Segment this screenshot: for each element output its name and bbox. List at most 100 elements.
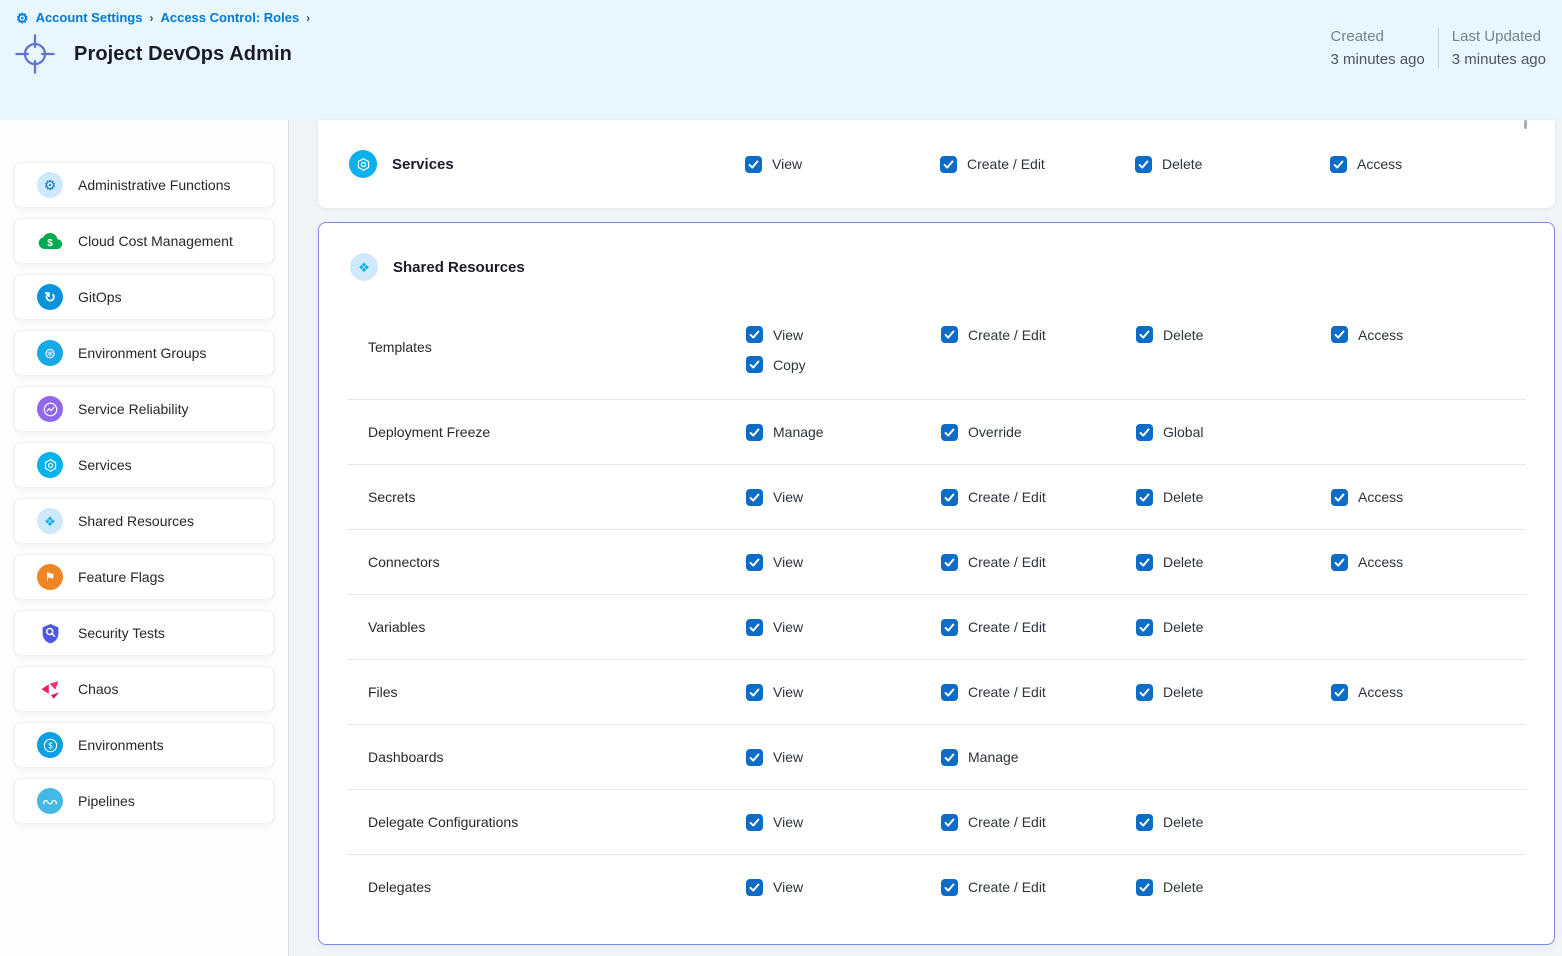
checkbox-checked-icon[interactable] bbox=[941, 619, 958, 636]
permission-delete[interactable]: Delete bbox=[1136, 619, 1331, 636]
permission-cell: View bbox=[746, 619, 941, 636]
permission-create-edit[interactable]: Create / Edit bbox=[941, 619, 1136, 636]
sidebar-item-label: Security Tests bbox=[78, 625, 165, 641]
permission-label: Access bbox=[1358, 684, 1403, 700]
scrollbar-thumb[interactable] bbox=[1524, 120, 1527, 129]
permission-delete[interactable]: Delete bbox=[1136, 879, 1331, 896]
sidebar-item-label: Cloud Cost Management bbox=[78, 233, 233, 249]
permission-override[interactable]: Override bbox=[941, 424, 1136, 441]
checkbox-checked-icon[interactable] bbox=[1136, 684, 1153, 701]
checkbox-checked-icon[interactable] bbox=[1135, 156, 1152, 173]
sidebar-item-services[interactable]: Services bbox=[14, 442, 274, 488]
breadcrumb-access-control-roles[interactable]: Access Control: Roles bbox=[160, 10, 299, 25]
permission-delete[interactable]: Delete bbox=[1135, 156, 1330, 173]
checkbox-checked-icon[interactable] bbox=[746, 814, 763, 831]
checkbox-checked-icon[interactable] bbox=[746, 554, 763, 571]
checkbox-checked-icon[interactable] bbox=[1136, 879, 1153, 896]
checkbox-checked-icon[interactable] bbox=[941, 749, 958, 766]
checkbox-checked-icon[interactable] bbox=[941, 554, 958, 571]
checkbox-checked-icon[interactable] bbox=[1330, 156, 1347, 173]
sidebar-item-feature-flags[interactable]: ⚑Feature Flags bbox=[14, 554, 274, 600]
checkbox-checked-icon[interactable] bbox=[1331, 554, 1348, 571]
checkbox-checked-icon[interactable] bbox=[1331, 684, 1348, 701]
permission-label: Manage bbox=[773, 424, 824, 440]
permission-view[interactable]: View bbox=[746, 814, 941, 831]
checkbox-checked-icon[interactable] bbox=[746, 424, 763, 441]
permission-view[interactable]: View bbox=[746, 326, 941, 343]
permission-create-edit[interactable]: Create / Edit bbox=[941, 814, 1136, 831]
checkbox-checked-icon[interactable] bbox=[1136, 619, 1153, 636]
checkbox-checked-icon[interactable] bbox=[941, 684, 958, 701]
permission-manage[interactable]: Manage bbox=[941, 749, 1136, 766]
permission-create-edit[interactable]: Create / Edit bbox=[941, 326, 1136, 343]
checkbox-checked-icon[interactable] bbox=[746, 489, 763, 506]
sidebar-item-pipelines[interactable]: Pipelines bbox=[14, 778, 274, 824]
resource-name: Templates bbox=[347, 339, 746, 355]
sidebar-item-service-reliability[interactable]: Service Reliability bbox=[14, 386, 274, 432]
resource-row-secrets: SecretsViewCreate / EditDeleteAccess bbox=[347, 464, 1526, 529]
sidebar-item-environment-groups[interactable]: ⊛Environment Groups bbox=[14, 330, 274, 376]
checkbox-checked-icon[interactable] bbox=[1136, 424, 1153, 441]
permission-create-edit[interactable]: Create / Edit bbox=[941, 489, 1136, 506]
resource-row-variables: VariablesViewCreate / EditDelete bbox=[347, 594, 1526, 659]
permission-create-edit[interactable]: Create / Edit bbox=[941, 554, 1136, 571]
permission-access[interactable]: Access bbox=[1331, 326, 1526, 343]
permission-create-edit[interactable]: Create / Edit bbox=[940, 156, 1135, 173]
breadcrumb-account-settings[interactable]: Account Settings bbox=[36, 10, 143, 25]
resource-name: Variables bbox=[347, 619, 746, 635]
checkbox-checked-icon[interactable] bbox=[1136, 326, 1153, 343]
permission-access[interactable]: Access bbox=[1330, 156, 1525, 173]
permission-view[interactable]: View bbox=[746, 684, 941, 701]
permission-view[interactable]: View bbox=[746, 489, 941, 506]
environment-groups-icon: ⊛ bbox=[37, 340, 63, 366]
permission-access[interactable]: Access bbox=[1331, 554, 1526, 571]
checkbox-checked-icon[interactable] bbox=[941, 489, 958, 506]
sidebar-item-environments[interactable]: $Environments bbox=[14, 722, 274, 768]
checkbox-checked-icon[interactable] bbox=[746, 879, 763, 896]
checkbox-checked-icon[interactable] bbox=[746, 684, 763, 701]
checkbox-checked-icon[interactable] bbox=[940, 156, 957, 173]
checkbox-checked-icon[interactable] bbox=[941, 814, 958, 831]
meta-divider bbox=[1438, 28, 1439, 68]
permission-manage[interactable]: Manage bbox=[746, 424, 941, 441]
permission-view[interactable]: View bbox=[746, 554, 941, 571]
permission-view[interactable]: View bbox=[746, 879, 941, 896]
sidebar-item-shared-resources[interactable]: ❖Shared Resources bbox=[14, 498, 274, 544]
checkbox-checked-icon[interactable] bbox=[746, 749, 763, 766]
permission-view[interactable]: View bbox=[746, 619, 941, 636]
breadcrumb: ⚙ Account Settings › Access Control: Rol… bbox=[16, 10, 1546, 25]
sidebar-item-cloud-cost-management[interactable]: $Cloud Cost Management bbox=[14, 218, 274, 264]
permission-copy[interactable]: Copy bbox=[746, 356, 941, 373]
permission-cell: View bbox=[746, 749, 941, 766]
sidebar-item-security-tests[interactable]: Security Tests bbox=[14, 610, 274, 656]
checkbox-checked-icon[interactable] bbox=[1136, 554, 1153, 571]
sidebar-item-gitops[interactable]: ↻GitOps bbox=[14, 274, 274, 320]
checkbox-checked-icon[interactable] bbox=[941, 326, 958, 343]
permission-global[interactable]: Global bbox=[1136, 424, 1331, 441]
permission-delete[interactable]: Delete bbox=[1136, 554, 1331, 571]
resource-name: Delegates bbox=[347, 879, 746, 895]
checkbox-checked-icon[interactable] bbox=[746, 356, 763, 373]
permission-create-edit[interactable]: Create / Edit bbox=[941, 684, 1136, 701]
permission-access[interactable]: Access bbox=[1331, 684, 1526, 701]
permission-delete[interactable]: Delete bbox=[1136, 326, 1331, 343]
permission-delete[interactable]: Delete bbox=[1136, 489, 1331, 506]
permission-delete[interactable]: Delete bbox=[1136, 814, 1331, 831]
checkbox-checked-icon[interactable] bbox=[941, 424, 958, 441]
checkbox-checked-icon[interactable] bbox=[1136, 489, 1153, 506]
sidebar-item-administrative-functions[interactable]: ⚙Administrative Functions bbox=[14, 162, 274, 208]
checkbox-checked-icon[interactable] bbox=[746, 619, 763, 636]
checkbox-checked-icon[interactable] bbox=[746, 326, 763, 343]
permission-cell: Create / Edit bbox=[941, 684, 1136, 701]
checkbox-checked-icon[interactable] bbox=[1331, 489, 1348, 506]
permission-view[interactable]: View bbox=[745, 156, 940, 173]
permission-view[interactable]: View bbox=[746, 749, 941, 766]
checkbox-checked-icon[interactable] bbox=[1136, 814, 1153, 831]
sidebar-item-chaos[interactable]: Chaos bbox=[14, 666, 274, 712]
permission-delete[interactable]: Delete bbox=[1136, 684, 1331, 701]
permission-create-edit[interactable]: Create / Edit bbox=[941, 879, 1136, 896]
checkbox-checked-icon[interactable] bbox=[745, 156, 762, 173]
checkbox-checked-icon[interactable] bbox=[941, 879, 958, 896]
checkbox-checked-icon[interactable] bbox=[1331, 326, 1348, 343]
permission-access[interactable]: Access bbox=[1331, 489, 1526, 506]
